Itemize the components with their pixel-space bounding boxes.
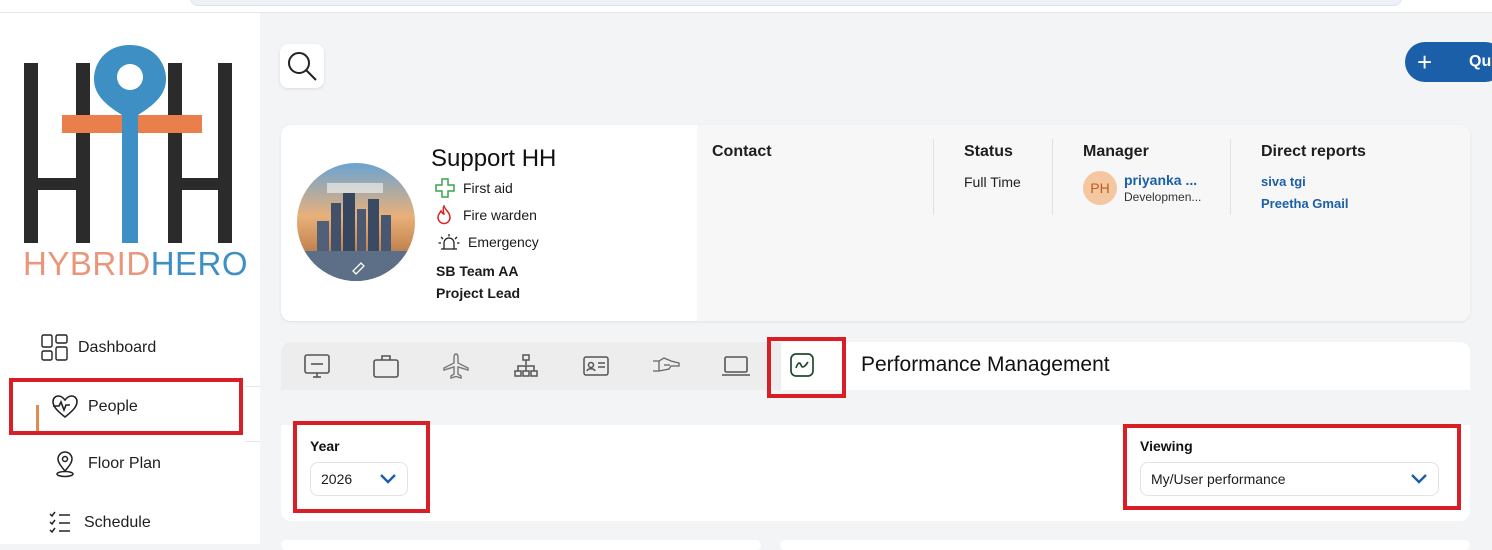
content-card [780,540,1470,550]
tag-first-aid: First aid [435,178,513,198]
year-label: Year [310,438,340,454]
contact-heading: Contact [712,143,772,160]
top-search-strip[interactable] [190,0,1402,6]
nav-active-divider [245,386,260,442]
dashboard-grid-icon [40,333,70,363]
tab-handshake[interactable] [649,350,683,382]
sidebar-item-floor-plan[interactable]: Floor Plan [50,446,161,482]
flame-icon [435,205,457,225]
search-button[interactable] [280,44,324,88]
monitor-icon [304,354,330,378]
direct-report-link[interactable]: Preetha Gmail [1261,196,1348,211]
team-name: SB Team AA [436,263,519,279]
sidebar-item-dashboard[interactable]: Dashboard [40,330,156,366]
tab-monitor[interactable] [300,350,334,382]
column-divider [1230,139,1231,215]
active-nav-marker [36,405,39,431]
profile-card: Support HH First aid Fire warden Emergen… [281,125,1470,321]
job-title: Project Lead [436,285,521,301]
quick-add-button[interactable]: + Qu [1405,42,1492,82]
manager-heading: Manager [1083,143,1149,160]
checklist-icon [46,508,76,538]
performance-chart-icon [790,353,814,377]
sidebar-item-label: Floor Plan [88,455,161,472]
tab-org-chart[interactable] [509,350,543,382]
search-icon [288,52,317,81]
top-bar [0,0,1492,13]
brand-wordmark: HYBRIDHERO [23,245,249,282]
sidebar: HYBRIDHERO Dashboard People Floor Plan S… [0,13,260,544]
chevron-down-icon [1411,474,1427,484]
viewing-select[interactable]: My/User performance [1140,462,1439,496]
profile-photo[interactable] [297,163,415,281]
manager-name-link[interactable]: priyanka ... [1124,172,1197,188]
direct-report-link[interactable]: siva tgi [1261,174,1306,189]
airplane-icon [443,353,469,379]
tag-fire-warden: Fire warden [435,205,537,225]
tab-laptop[interactable] [719,350,753,382]
year-value: 2026 [321,471,353,487]
status-heading: Status [964,143,1013,160]
profile-tabs-bar: Performance Management [281,342,1470,390]
status-value: Full Time [964,174,1021,190]
handshake-icon [653,357,680,372]
map-pin-icon [50,449,80,479]
manager-department: Developmen... [1124,190,1202,204]
profile-name: Support HH [431,145,557,172]
tab-briefcase[interactable] [369,350,403,382]
content-card [281,540,761,550]
sidebar-item-schedule[interactable]: Schedule [46,505,151,541]
first-aid-cross-icon [435,178,457,198]
year-select[interactable]: 2026 [310,462,408,496]
alarm-light-icon [438,233,462,251]
org-chart-icon [514,354,538,377]
tab-travel[interactable] [439,350,473,382]
tab-performance[interactable] [785,349,819,381]
sidebar-item-people[interactable]: People [50,389,138,425]
sidebar-item-label: Schedule [84,514,151,531]
plus-icon: + [1417,47,1433,77]
column-divider [1052,139,1053,215]
laptop-icon [722,356,750,376]
column-divider [933,139,934,215]
direct-reports-heading: Direct reports [1261,143,1366,160]
tag-emergency: Emergency [438,233,539,251]
sidebar-item-label: Dashboard [78,339,157,356]
id-card-icon [583,356,609,376]
heart-pulse-icon [50,392,80,422]
manager-avatar[interactable]: PH [1083,171,1117,205]
viewing-label: Viewing [1140,438,1193,454]
performance-filters: Year 2026 Viewing My/User performance [281,425,1470,521]
viewing-value: My/User performance [1151,471,1286,487]
chevron-down-icon [380,474,396,484]
briefcase-icon [373,355,399,378]
tab-id-card[interactable] [579,350,613,382]
sidebar-item-label: People [88,398,138,415]
active-tab-title: Performance Management [861,353,1110,376]
